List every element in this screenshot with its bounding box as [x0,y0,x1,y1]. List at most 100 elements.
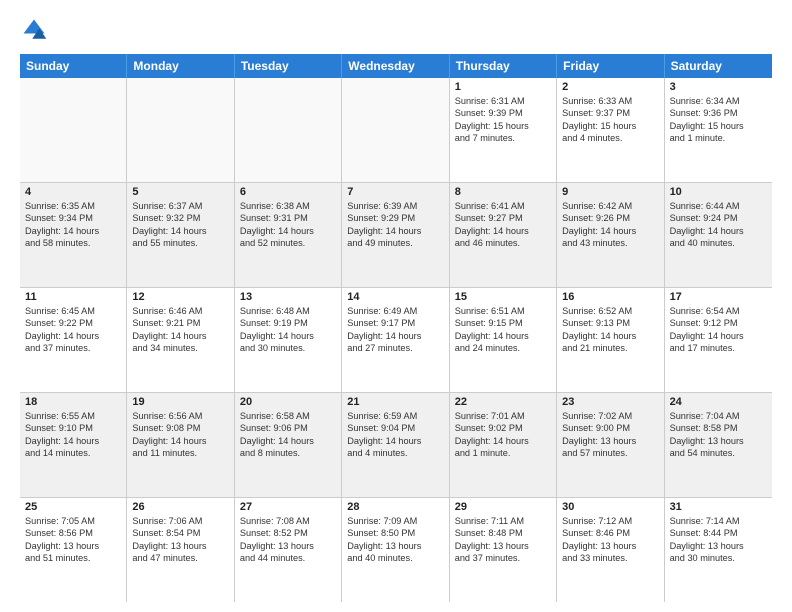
cell-line: Daylight: 13 hours [455,540,551,552]
cell-line: Daylight: 13 hours [670,435,767,447]
cell-line: Daylight: 13 hours [562,435,658,447]
cal-cell-31: 31Sunrise: 7:14 AMSunset: 8:44 PMDayligh… [665,498,772,602]
cell-line: Daylight: 14 hours [455,435,551,447]
cell-line: Sunset: 8:54 PM [132,527,228,539]
cell-line: and 1 minute. [670,132,767,144]
cell-line: Sunset: 9:36 PM [670,107,767,119]
day-header-tuesday: Tuesday [235,54,342,78]
cell-line: Daylight: 14 hours [132,330,228,342]
cell-line: Sunrise: 7:08 AM [240,515,336,527]
day-number: 14 [347,291,443,303]
cell-line: Daylight: 14 hours [562,330,658,342]
cell-line: and 7 minutes. [455,132,551,144]
cell-line: Sunset: 9:04 PM [347,422,443,434]
cell-line: Daylight: 13 hours [25,540,121,552]
cell-line: Sunset: 8:50 PM [347,527,443,539]
cell-line: Sunrise: 6:59 AM [347,410,443,422]
cell-line: Daylight: 14 hours [240,330,336,342]
week-row-1: 1Sunrise: 6:31 AMSunset: 9:39 PMDaylight… [20,78,772,183]
cell-line: Sunrise: 7:12 AM [562,515,658,527]
cal-cell-10: 10Sunrise: 6:44 AMSunset: 9:24 PMDayligh… [665,183,772,287]
cell-line: Sunrise: 6:37 AM [132,200,228,212]
cell-line: Sunset: 9:08 PM [132,422,228,434]
cell-line: Daylight: 13 hours [347,540,443,552]
cell-line: Sunrise: 6:49 AM [347,305,443,317]
cell-line: Daylight: 14 hours [25,225,121,237]
cell-line: Sunset: 8:58 PM [670,422,767,434]
cal-cell-19: 19Sunrise: 6:56 AMSunset: 9:08 PMDayligh… [127,393,234,497]
cell-line: and 52 minutes. [240,237,336,249]
day-header-wednesday: Wednesday [342,54,449,78]
cell-line: Sunrise: 6:58 AM [240,410,336,422]
cal-cell-30: 30Sunrise: 7:12 AMSunset: 8:46 PMDayligh… [557,498,664,602]
cell-line: and 46 minutes. [455,237,551,249]
cell-line: and 30 minutes. [670,552,767,564]
cell-line: Sunrise: 6:46 AM [132,305,228,317]
cell-line: and 21 minutes. [562,342,658,354]
calendar-header: SundayMondayTuesdayWednesdayThursdayFrid… [20,54,772,78]
cell-line: Daylight: 15 hours [455,120,551,132]
cell-line: Daylight: 14 hours [240,225,336,237]
logo-icon [20,16,48,44]
cell-line: Daylight: 13 hours [132,540,228,552]
cell-line: Sunset: 9:10 PM [25,422,121,434]
day-number: 23 [562,396,658,408]
cell-line: and 17 minutes. [670,342,767,354]
cell-line: Sunrise: 7:09 AM [347,515,443,527]
cell-line: Sunrise: 6:51 AM [455,305,551,317]
day-number: 12 [132,291,228,303]
cell-line: Daylight: 13 hours [562,540,658,552]
day-number: 2 [562,81,658,93]
cell-line: Sunset: 9:15 PM [455,317,551,329]
week-row-2: 4Sunrise: 6:35 AMSunset: 9:34 PMDaylight… [20,183,772,288]
cal-cell-24: 24Sunrise: 7:04 AMSunset: 8:58 PMDayligh… [665,393,772,497]
day-number: 27 [240,501,336,513]
cell-line: Sunset: 9:00 PM [562,422,658,434]
cell-line: Sunrise: 7:02 AM [562,410,658,422]
day-number: 28 [347,501,443,513]
cell-line: Sunrise: 7:04 AM [670,410,767,422]
day-number: 29 [455,501,551,513]
cell-line: Sunset: 9:34 PM [25,212,121,224]
cell-line: Sunset: 9:22 PM [25,317,121,329]
cal-cell-17: 17Sunrise: 6:54 AMSunset: 9:12 PMDayligh… [665,288,772,392]
cell-line: and 8 minutes. [240,447,336,459]
cell-line: Sunset: 9:26 PM [562,212,658,224]
cal-cell-20: 20Sunrise: 6:58 AMSunset: 9:06 PMDayligh… [235,393,342,497]
cal-cell-23: 23 Sunrise: 7:02 AMSunset: 9:00 PMDayligh… [557,393,664,497]
cal-cell-27: 27Sunrise: 7:08 AMSunset: 8:52 PMDayligh… [235,498,342,602]
cell-line: Sunset: 9:17 PM [347,317,443,329]
day-number: 18 [25,396,121,408]
page: SundayMondayTuesdayWednesdayThursdayFrid… [0,0,792,612]
cell-line: Sunrise: 6:31 AM [455,95,551,107]
cell-line: Sunset: 9:24 PM [670,212,767,224]
cell-line: Sunrise: 6:44 AM [670,200,767,212]
cell-line: Sunset: 8:44 PM [670,527,767,539]
cal-cell-12: 12Sunrise: 6:46 AMSunset: 9:21 PMDayligh… [127,288,234,392]
cell-line: Sunset: 9:19 PM [240,317,336,329]
cal-cell-empty-0 [20,78,127,182]
cell-line: and 33 minutes. [562,552,658,564]
cell-line: Sunrise: 6:55 AM [25,410,121,422]
cell-line: and 54 minutes. [670,447,767,459]
day-header-monday: Monday [127,54,234,78]
cell-line: Daylight: 14 hours [25,435,121,447]
cal-cell-2: 2Sunrise: 6:33 AMSunset: 9:37 PMDaylight… [557,78,664,182]
cal-cell-3: 3Sunrise: 6:34 AMSunset: 9:36 PMDaylight… [665,78,772,182]
cell-line: Daylight: 15 hours [562,120,658,132]
cell-line: Sunrise: 7:06 AM [132,515,228,527]
cell-line: Daylight: 14 hours [455,225,551,237]
cell-line: and 40 minutes. [347,552,443,564]
day-number: 20 [240,396,336,408]
cell-line: Sunset: 9:02 PM [455,422,551,434]
cell-line: Sunrise: 6:56 AM [132,410,228,422]
cell-line: and 1 minute. [455,447,551,459]
cell-line: Sunrise: 6:52 AM [562,305,658,317]
cell-line: Daylight: 14 hours [132,225,228,237]
day-number: 9 [562,186,658,198]
cell-line: Sunrise: 6:38 AM [240,200,336,212]
cell-line: and 55 minutes. [132,237,228,249]
cal-cell-15: 15Sunrise: 6:51 AMSunset: 9:15 PMDayligh… [450,288,557,392]
cell-line: Daylight: 13 hours [240,540,336,552]
logo [20,16,52,44]
